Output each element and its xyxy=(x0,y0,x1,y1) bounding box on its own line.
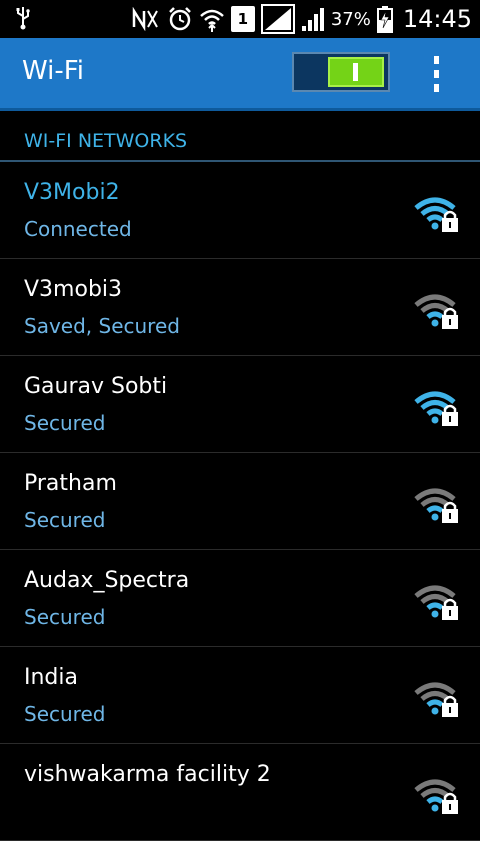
network-name: India xyxy=(24,665,78,690)
sim-slot-icon: 1 xyxy=(230,6,255,32)
network-name: Audax_Spectra xyxy=(24,568,190,593)
network-item[interactable]: India Secured xyxy=(0,647,480,744)
network-item[interactable]: V3Mobi2 Connected xyxy=(0,162,480,259)
wifi-secured-icon xyxy=(414,682,458,717)
network-name: vishwakarma facility 2 xyxy=(24,762,271,787)
network-status: Connected xyxy=(24,217,132,241)
battery-percent: 37% xyxy=(330,8,371,30)
wifi-secured-icon xyxy=(414,488,458,523)
network-status: Secured xyxy=(24,702,106,726)
usb-icon xyxy=(14,6,32,34)
wifi-secured-icon xyxy=(414,585,458,620)
network-name: Pratham xyxy=(24,471,117,496)
network-name: V3Mobi2 xyxy=(24,180,120,205)
network-status: Secured xyxy=(24,508,106,532)
network-item[interactable]: vishwakarma facility 2 xyxy=(0,744,480,841)
network-item[interactable]: Audax_Spectra Secured xyxy=(0,550,480,647)
alarm-icon xyxy=(167,6,193,32)
network-name: Gaurav Sobti xyxy=(24,374,168,399)
section-title: WI-FI NETWORKS xyxy=(24,130,188,152)
network-name: V3mobi3 xyxy=(24,277,123,302)
overflow-menu-icon[interactable] xyxy=(426,56,446,92)
status-bar: 1 37% 14:45 xyxy=(0,0,480,38)
network-status: Secured xyxy=(24,605,106,629)
section-header: WI-FI NETWORKS xyxy=(0,120,480,162)
action-bar: Wi-Fi xyxy=(0,38,480,111)
toggle-on-indicator xyxy=(353,63,358,81)
network-list: V3Mobi2 Connected V3mobi3 Saved, Secured… xyxy=(0,162,480,841)
battery-charging-icon xyxy=(376,5,393,33)
network-status: Secured xyxy=(24,411,106,435)
wifi-toggle[interactable] xyxy=(292,52,390,92)
wifi-secured-icon xyxy=(414,391,458,426)
toggle-knob xyxy=(328,57,384,87)
clock: 14:45 xyxy=(402,5,472,33)
network-status: Saved, Secured xyxy=(24,314,180,338)
wifi-secured-icon xyxy=(414,779,458,814)
wifi-status-icon xyxy=(199,6,225,32)
signal-bars-icon xyxy=(301,6,325,32)
page-title: Wi-Fi xyxy=(22,56,85,86)
network-item[interactable]: V3mobi3 Saved, Secured xyxy=(0,259,480,356)
network-item[interactable]: Pratham Secured xyxy=(0,453,480,550)
network-item[interactable]: Gaurav Sobti Secured xyxy=(0,356,480,453)
signal-strength-icon xyxy=(260,4,295,34)
wifi-secured-icon xyxy=(414,197,458,232)
wifi-secured-icon xyxy=(414,294,458,329)
nfc-icon xyxy=(131,7,161,31)
